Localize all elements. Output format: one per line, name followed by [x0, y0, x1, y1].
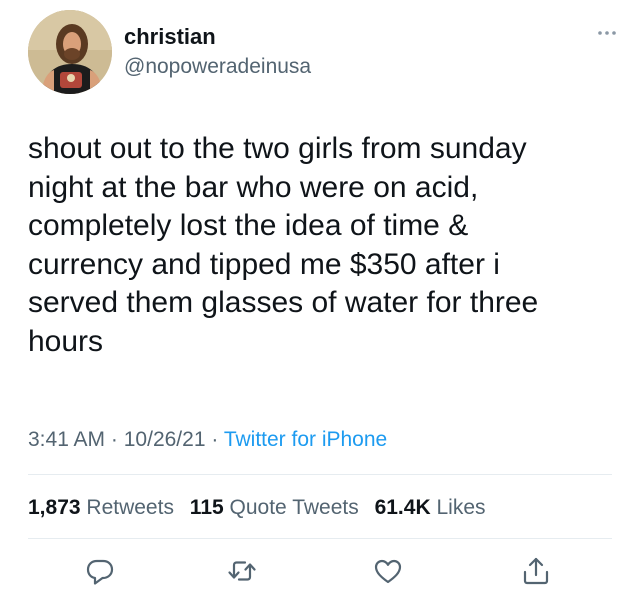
tweet-card: christian @nopoweradeinusa shout out to …	[0, 0, 640, 602]
tweet-meta: 3:41 AM · 10/26/21 · Twitter for iPhone	[28, 425, 387, 455]
quote-tweets-stat[interactable]: 115 Quote Tweets	[190, 496, 359, 519]
share-button[interactable]	[520, 555, 552, 587]
more-options-button[interactable]	[596, 22, 618, 44]
like-button[interactable]	[372, 555, 404, 587]
meta-separator: ·	[110, 428, 118, 451]
likes-count: 61.4K	[374, 496, 431, 519]
retweets-count: 1,873	[28, 496, 81, 519]
tweet-time[interactable]: 3:41 AM	[28, 428, 105, 451]
likes-stat[interactable]: 61.4K Likes	[375, 496, 486, 519]
divider	[28, 474, 612, 475]
author-names: christian @nopoweradeinusa	[124, 24, 311, 80]
display-name[interactable]: christian	[124, 24, 311, 50]
user-handle[interactable]: @nopoweradeinusa	[124, 54, 311, 80]
divider	[28, 538, 612, 539]
tweet-text: shout out to the two girls from sunday n…	[28, 132, 539, 358]
tweet-source-link[interactable]: Twitter for iPhone	[224, 428, 387, 451]
share-icon	[523, 557, 549, 585]
tweet-date[interactable]: 10/26/21	[124, 428, 206, 451]
avatar-image	[28, 10, 112, 94]
reply-icon	[86, 559, 114, 585]
meta-separator: ·	[211, 428, 219, 451]
quote-tweets-label: Quote Tweets	[229, 496, 359, 519]
reply-button[interactable]	[84, 555, 116, 587]
retweets-stat[interactable]: 1,873 Retweets	[28, 496, 174, 519]
tweet-stats: 1,873 Retweets 115 Quote Tweets 61.4K Li…	[28, 493, 496, 523]
heart-icon	[374, 559, 402, 584]
likes-label: Likes	[436, 496, 486, 519]
avatar[interactable]	[28, 10, 112, 94]
quote-tweets-count: 115	[189, 496, 224, 519]
retweet-icon	[228, 561, 256, 581]
retweets-label: Retweets	[86, 496, 174, 519]
more-dots-icon	[598, 31, 616, 35]
retweet-button[interactable]	[226, 555, 258, 587]
